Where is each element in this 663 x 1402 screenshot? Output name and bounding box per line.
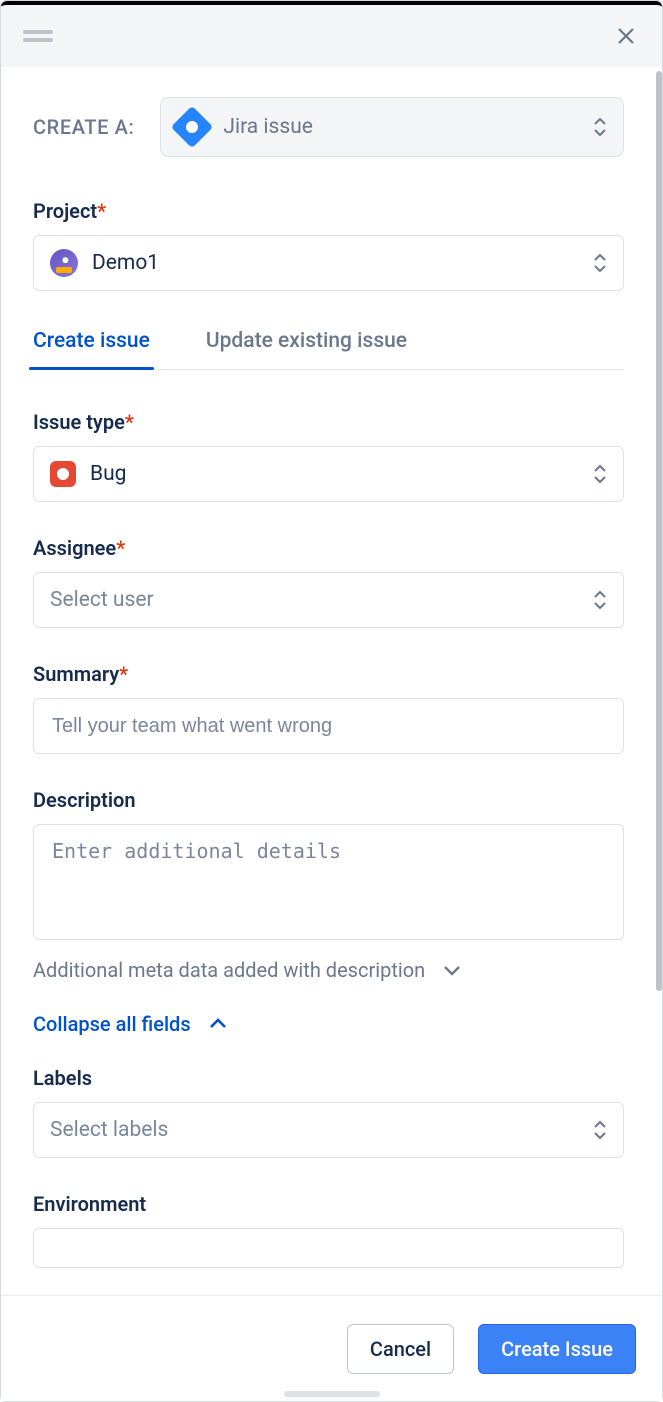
- assignee-label: Assignee*: [33, 536, 624, 560]
- description-label: Description: [33, 788, 624, 812]
- assignee-placeholder: Select user: [50, 588, 579, 612]
- chevron-up-icon: [209, 1018, 227, 1030]
- environment-field: Environment: [33, 1192, 624, 1268]
- tab-update-issue[interactable]: Update existing issue: [206, 329, 407, 369]
- issue-provider-select[interactable]: Jira issue: [160, 97, 624, 157]
- issue-type-field: Issue type* Bug: [33, 410, 624, 502]
- project-field: Project* Demo1: [33, 199, 624, 291]
- summary-input[interactable]: [33, 698, 624, 754]
- chevron-updown-icon: [593, 118, 607, 136]
- summary-label: Summary*: [33, 662, 624, 686]
- resize-grip-icon[interactable]: [284, 1391, 380, 1397]
- collapse-all-fields[interactable]: Collapse all fields: [33, 1012, 624, 1036]
- assignee-field: Assignee* Select user: [33, 536, 624, 628]
- description-input[interactable]: [33, 824, 624, 940]
- dialog-content: CREATE A: Jira issue Project* Demo1 Crea…: [1, 67, 656, 1295]
- project-select[interactable]: Demo1: [33, 235, 624, 291]
- mode-tabs: Create issue Update existing issue: [33, 329, 624, 370]
- chevron-updown-icon: [593, 1121, 607, 1139]
- labels-field: Labels Select labels: [33, 1066, 624, 1158]
- collapse-label: Collapse all fields: [33, 1012, 191, 1036]
- bug-icon: [50, 461, 76, 487]
- environment-input[interactable]: [33, 1228, 624, 1268]
- labels-select[interactable]: Select labels: [33, 1102, 624, 1158]
- summary-field: Summary*: [33, 662, 624, 754]
- meta-data-label: Additional meta data added with descript…: [33, 958, 425, 982]
- create-a-label: CREATE A:: [33, 115, 134, 139]
- project-avatar-icon: [50, 249, 78, 277]
- chevron-down-icon: [443, 964, 461, 976]
- chevron-updown-icon: [593, 465, 607, 483]
- jira-icon: [171, 106, 213, 148]
- issue-type-label: Issue type*: [33, 410, 624, 434]
- assignee-select[interactable]: Select user: [33, 572, 624, 628]
- labels-label: Labels: [33, 1066, 624, 1090]
- scrollbar[interactable]: [656, 71, 662, 991]
- issue-provider-value: Jira issue: [223, 115, 577, 139]
- close-icon: [614, 24, 638, 48]
- dialog-titlebar: [1, 1, 662, 67]
- tab-create-issue[interactable]: Create issue: [33, 329, 150, 369]
- create-issue-button[interactable]: Create Issue: [478, 1324, 636, 1374]
- description-field: Description Additional meta data added w…: [33, 788, 624, 982]
- chevron-updown-icon: [593, 254, 607, 272]
- drag-handle-icon[interactable]: [23, 30, 53, 42]
- project-value: Demo1: [92, 251, 579, 275]
- chevron-updown-icon: [593, 591, 607, 609]
- environment-label: Environment: [33, 1192, 624, 1216]
- labels-placeholder: Select labels: [50, 1118, 579, 1142]
- issue-type-select[interactable]: Bug: [33, 446, 624, 502]
- issue-type-value: Bug: [90, 462, 579, 486]
- project-label: Project*: [33, 199, 624, 223]
- meta-data-toggle[interactable]: Additional meta data added with descript…: [33, 958, 624, 982]
- dialog-footer: Cancel Create Issue: [1, 1295, 662, 1401]
- cancel-button[interactable]: Cancel: [347, 1324, 454, 1374]
- close-button[interactable]: [608, 18, 644, 54]
